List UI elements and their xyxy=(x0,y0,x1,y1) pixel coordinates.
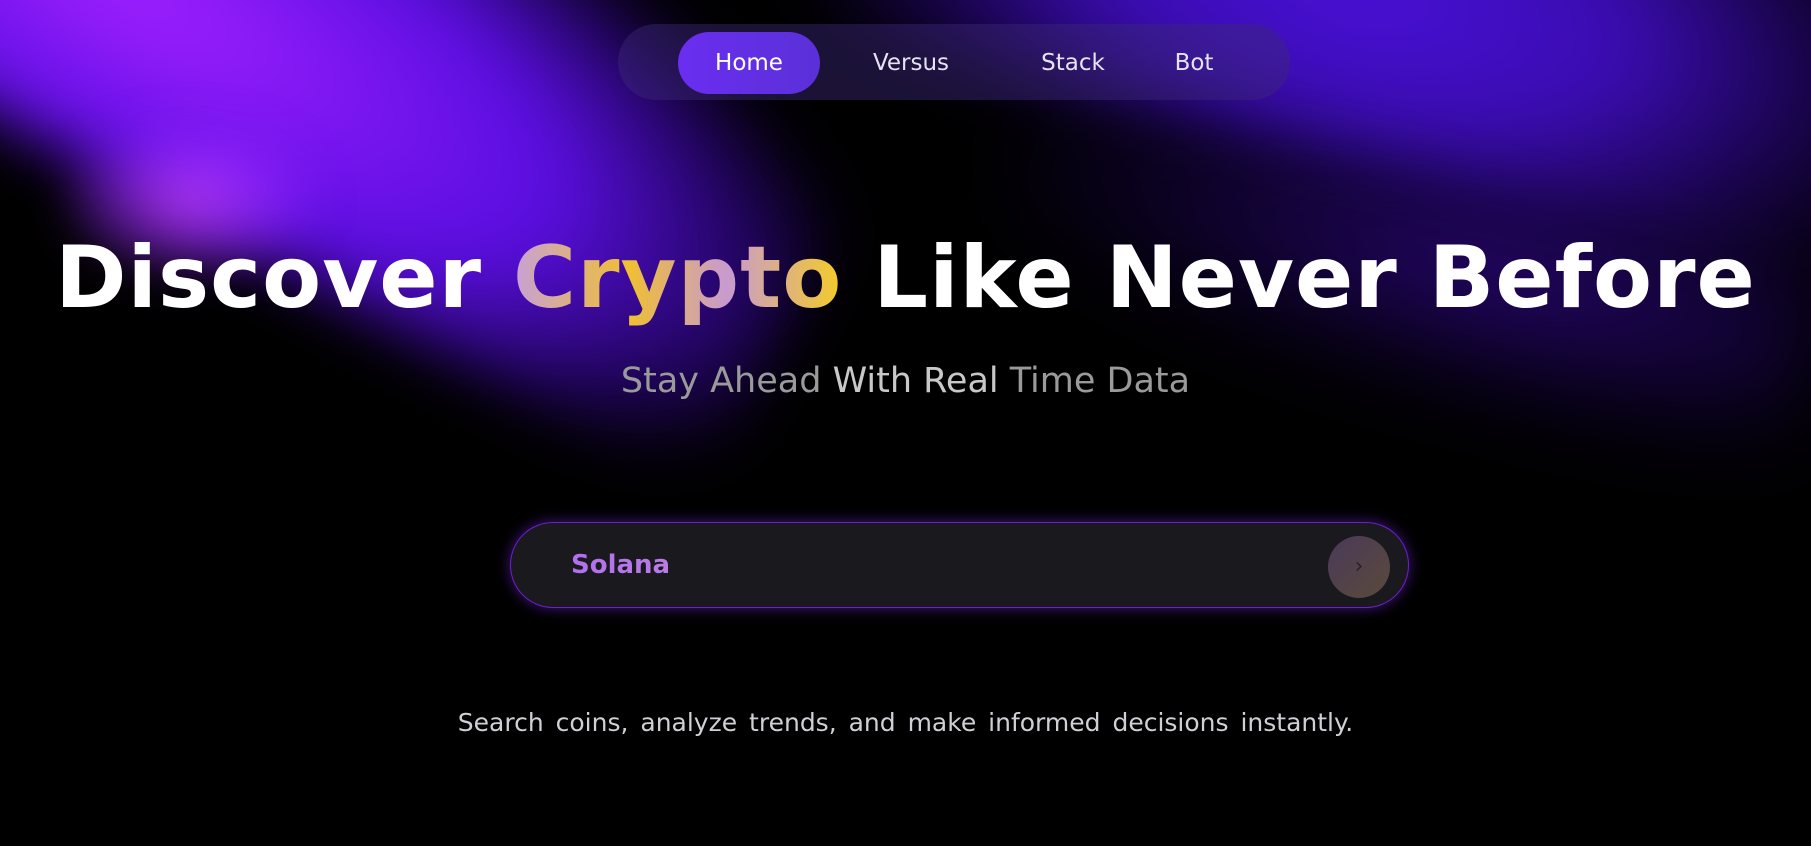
nav-item-bot[interactable]: Bot xyxy=(1144,32,1244,94)
hero-subtitle-emphasis: With Real xyxy=(832,361,999,401)
hero-title-part2: Like Never Before xyxy=(842,228,1756,328)
hero-subtitle: Stay Ahead With Real Time Data xyxy=(0,361,1811,401)
landing-page: Home Versus Stack Bot Discover Crypto Li… xyxy=(0,0,1811,846)
chevron-right-icon: › xyxy=(1354,554,1364,579)
nav-item-home[interactable]: Home xyxy=(678,32,820,94)
hero-subtitle-part2: Time Data xyxy=(998,361,1191,401)
tagline: Search coins, analyze trends, and make i… xyxy=(457,708,1354,737)
hero-title-part1: Discover xyxy=(55,228,513,328)
top-nav: Home Versus Stack Bot xyxy=(618,24,1290,100)
nav-item-stack[interactable]: Stack xyxy=(1002,32,1144,94)
hero-title: Discover Crypto Like Never Before xyxy=(0,228,1811,328)
nav-item-versus[interactable]: Versus xyxy=(840,32,982,94)
coin-search-input[interactable]: Solana xyxy=(571,541,1231,589)
hero-subtitle-part1: Stay Ahead xyxy=(620,361,833,401)
search-submit-button[interactable]: › xyxy=(1328,536,1390,598)
coin-search-bar: Solana › xyxy=(510,522,1409,608)
hero-title-highlight: Crypto xyxy=(512,228,843,328)
